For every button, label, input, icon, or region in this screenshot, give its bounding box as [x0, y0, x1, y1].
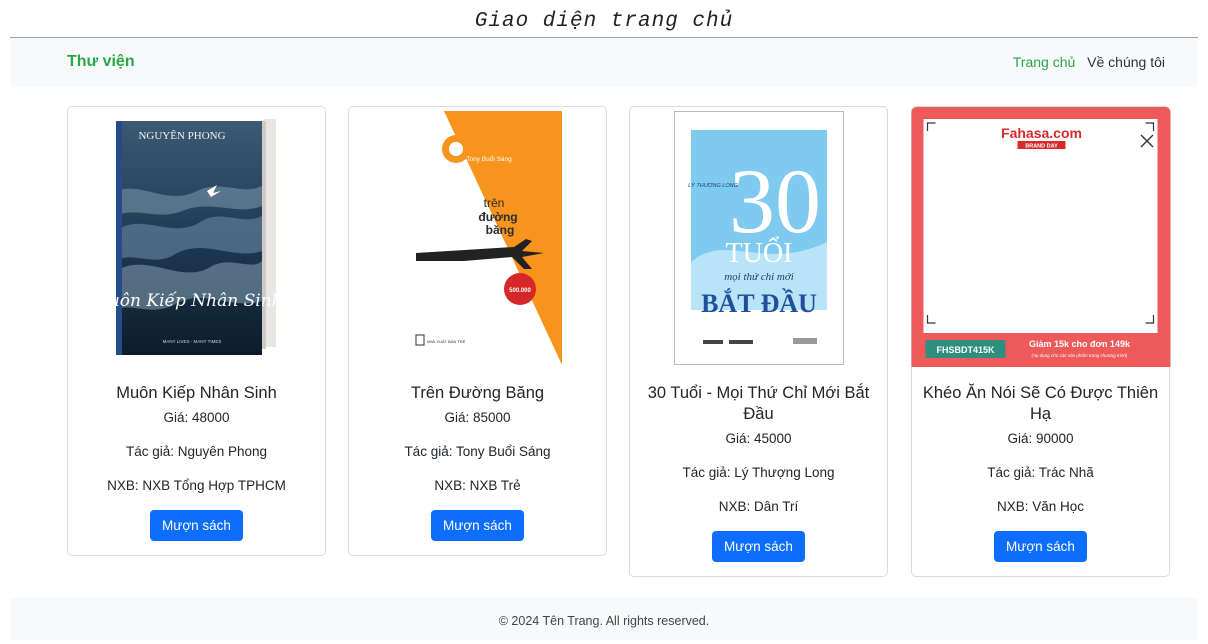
- cover-publisher-text: NHÀ XUẤT BẢN TRẺ: [426, 339, 465, 344]
- book-publisher: NXB: Dân Trí: [718, 499, 799, 514]
- cover-big-number: 30: [729, 150, 821, 252]
- cover-code-text: FHSBDT415K: [936, 345, 995, 355]
- book-cover: NGUYÊN PHONG Muôn Kiếp Nhân Sinh MANY LI…: [112, 111, 282, 371]
- cover-big-word: TUỔI: [725, 237, 792, 269]
- book-title: Trên Đường Băng: [410, 384, 545, 402]
- book-title: Muôn Kiếp Nhân Sinh: [116, 384, 277, 402]
- book-cover-image: NGUYÊN PHONG Muôn Kiếp Nhân Sinh MANY LI…: [112, 119, 282, 355]
- footer: © 2024 Tên Trang. All rights reserved.: [10, 598, 1198, 640]
- book-cover-image: 30 LÝ THƯỢNG LONG TUỔI mọi thứ chỉ mới B…: [674, 112, 843, 364]
- book-cover: Tony Buổi Sáng trên đường băng 500.000 N…: [393, 111, 562, 365]
- book-price: Giá: 48000: [163, 410, 230, 425]
- book-card: Fahasa.com BRAND DAY FHSBDT415K Giảm 15k…: [911, 106, 1170, 577]
- cover-title-line2: đường: [478, 210, 517, 224]
- book-card: NGUYÊN PHONG Muôn Kiếp Nhân Sinh MANY LI…: [67, 106, 326, 556]
- cover-author-text: Tony Buổi Sáng: [466, 155, 512, 163]
- book-cover-image: Tony Buổi Sáng trên đường băng 500.000 N…: [393, 111, 562, 365]
- book-publisher: NXB: NXB Tổng Hợp TPHCM: [107, 478, 286, 493]
- book-author: Tác giả: Tony Buổi Sáng: [404, 444, 551, 459]
- nav-links: Trang chủ Về chúng tôi: [1005, 54, 1165, 70]
- book-cover: 30 LÝ THƯỢNG LONG TUỔI mọi thứ chỉ mới B…: [673, 111, 844, 365]
- book-author: Tác giả: Nguyên Phong: [125, 444, 268, 459]
- borrow-button[interactable]: Mượn sách: [712, 531, 805, 562]
- cover-badge-text: 500.000: [509, 288, 531, 294]
- nav-link-about[interactable]: Về chúng tôi: [1087, 54, 1165, 70]
- page-caption: Giao diện trang chủ: [474, 10, 734, 33]
- cover-subtitle-text: MANY LIVES - MANY TIMES: [162, 339, 221, 344]
- cover-promo-note: (Áp dụng cho các sản phẩm trong chương t…: [1031, 352, 1127, 358]
- close-icon[interactable]: [1139, 133, 1155, 149]
- book-cover-image: Fahasa.com BRAND DAY FHSBDT415K Giảm 15k…: [911, 107, 1170, 367]
- borrow-button[interactable]: Mượn sách: [150, 510, 243, 541]
- book-price: Giá: 90000: [1007, 431, 1074, 446]
- book-title: 30 Tuổi - Mọi Thứ Chỉ Mới Bắt Đầu: [647, 384, 870, 423]
- cover-bottom-line: BẮT ĐẦU: [701, 289, 817, 318]
- book-publisher: NXB: NXB Trẻ: [434, 478, 521, 493]
- footer-copyright: © 2024 Tên Trang. All rights reserved.: [498, 614, 710, 628]
- brand-logo[interactable]: Thư viện: [67, 53, 135, 71]
- cover-brand-sub: BRAND DAY: [1025, 144, 1058, 150]
- book-price: Giá: 85000: [444, 410, 511, 425]
- book-cover: Fahasa.com BRAND DAY FHSBDT415K Giảm 15k…: [911, 107, 1170, 367]
- cover-title-line3: băng: [485, 223, 514, 237]
- borrow-button[interactable]: Mượn sách: [994, 531, 1087, 562]
- borrow-button[interactable]: Mượn sách: [431, 510, 524, 541]
- book-title: Khéo Ăn Nói Sẽ Có Được Thiên Hạ: [922, 384, 1159, 423]
- cover-author-text: NGUYÊN PHONG: [138, 130, 225, 142]
- cover-title-text: Muôn Kiếp Nhân Sinh: [112, 291, 282, 311]
- book-card: Tony Buổi Sáng trên đường băng 500.000 N…: [348, 106, 607, 556]
- book-author: Tác giả: Lý Thượng Long: [682, 465, 835, 480]
- cover-promo-text: Giảm 15k cho đơn 149k: [1029, 339, 1131, 349]
- book-card: 30 LÝ THƯỢNG LONG TUỔI mọi thứ chỉ mới B…: [629, 106, 888, 577]
- cover-sub-line: mọi thứ chỉ mới: [724, 271, 794, 283]
- book-price: Giá: 45000: [725, 431, 792, 446]
- book-publisher: NXB: Văn Học: [996, 499, 1085, 514]
- cover-author-text: LÝ THƯỢNG LONG: [688, 182, 739, 189]
- cover-title-line1: trên: [483, 196, 504, 210]
- cover-brand-text: Fahasa.com: [1001, 125, 1082, 141]
- navbar: Thư viện Trang chủ Về chúng tôi: [10, 37, 1198, 87]
- nav-link-home[interactable]: Trang chủ: [1013, 54, 1076, 70]
- book-author: Tác giả: Trác Nhã: [987, 465, 1094, 480]
